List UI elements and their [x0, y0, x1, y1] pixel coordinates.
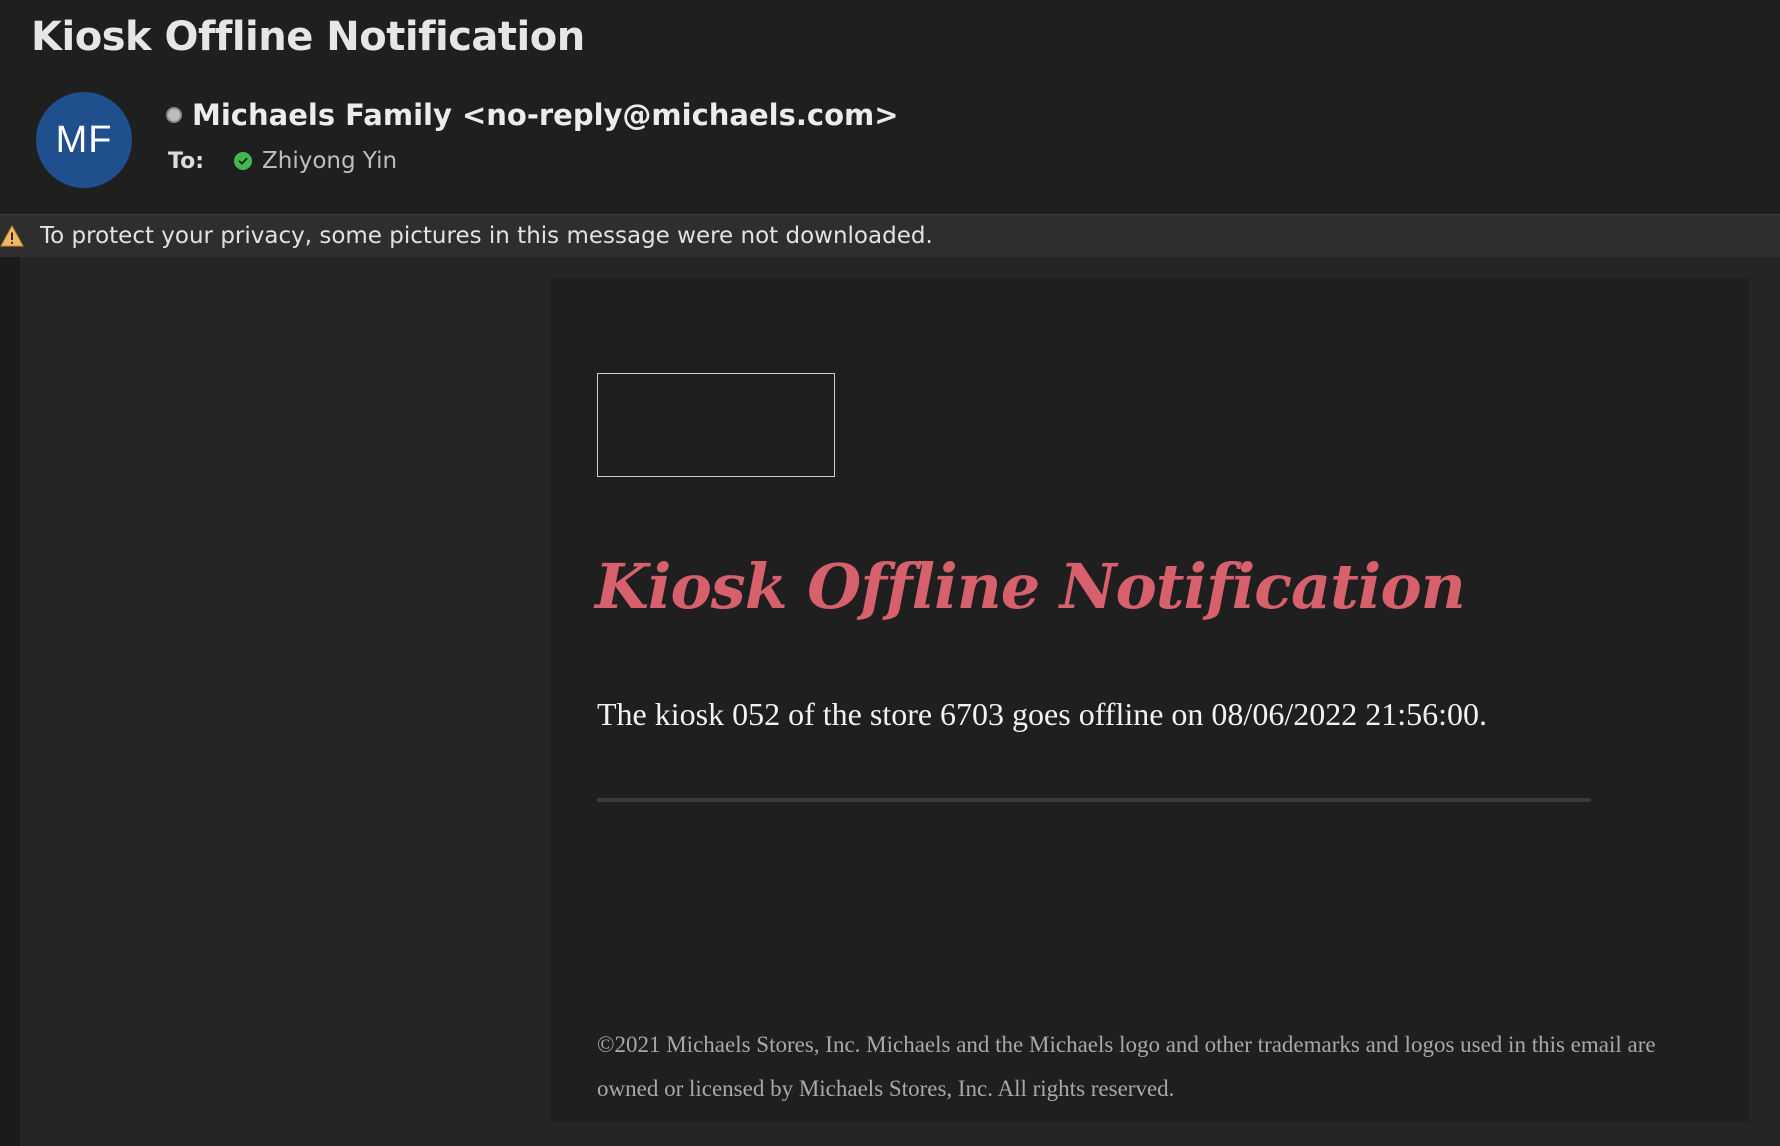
email-viewer: Kiosk Offline Notification MF Michaels F… [0, 0, 1780, 1146]
to-label: To: [168, 148, 204, 174]
email-headline: Kiosk Offline Notification [595, 550, 1466, 623]
sender-avatar[interactable]: MF [36, 92, 132, 188]
email-content: Kiosk Offline Notification The kiosk 052… [550, 278, 1749, 1122]
content-divider [597, 798, 1591, 802]
recipient-row: To: Zhiyong Yin [168, 148, 397, 174]
privacy-warning-text: To protect your privacy, some pictures i… [40, 223, 933, 249]
sender-row: Michaels Family <no-reply@michaels.com> [166, 98, 899, 132]
verified-check-icon [234, 152, 252, 170]
email-footer: ©2021 Michaels Stores, Inc. Michaels and… [597, 1032, 1656, 1101]
blocked-logo-image [597, 373, 835, 477]
left-margin-strip [0, 257, 20, 1146]
recipient-name[interactable]: Zhiyong Yin [262, 148, 397, 174]
warning-icon [0, 224, 24, 248]
sender-name[interactable]: Michaels Family <no-reply@michaels.com> [192, 98, 899, 132]
presence-status-icon [166, 107, 182, 123]
privacy-warning-bar: To protect your privacy, some pictures i… [0, 214, 1780, 258]
avatar-initials: MF [55, 118, 113, 161]
email-message: The kiosk 052 of the store 6703 goes off… [597, 696, 1487, 732]
email-subject: Kiosk Offline Notification [31, 14, 585, 60]
